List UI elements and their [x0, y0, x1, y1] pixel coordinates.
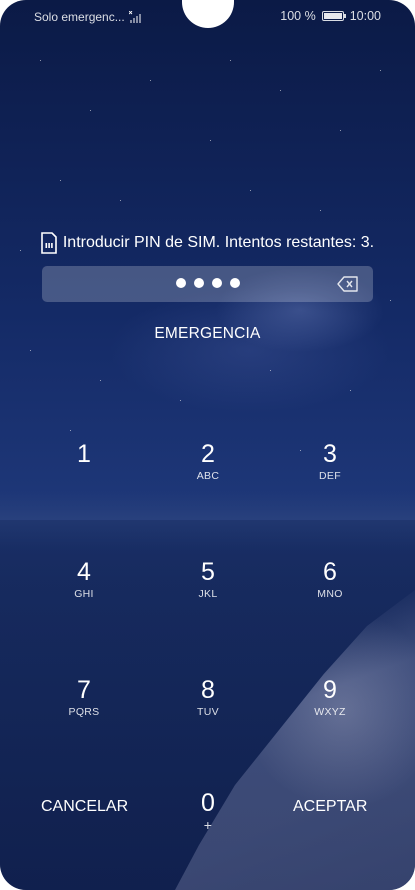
accept-button[interactable]: ACEPTAR: [293, 798, 367, 816]
key-digit: 6: [323, 558, 337, 586]
key-digit: 8: [201, 676, 215, 704]
key-digit: 3: [323, 440, 337, 468]
key-letters: +: [203, 817, 213, 833]
key-9[interactable]: 9 WXYZ: [270, 676, 390, 718]
key-4[interactable]: 4 GHI: [24, 558, 144, 600]
key-digit: 2: [201, 440, 215, 468]
key-digit: 0: [201, 789, 215, 817]
key-letters: ABC: [196, 470, 220, 482]
backspace-icon[interactable]: [337, 275, 359, 293]
key-letters: WXYZ: [314, 706, 346, 718]
key-1[interactable]: 1: [24, 440, 144, 470]
key-5[interactable]: 5 JKL: [148, 558, 268, 600]
key-6[interactable]: 6 MNO: [270, 558, 390, 600]
key-letters: TUV: [197, 706, 219, 718]
no-signal-icon: [128, 11, 141, 23]
key-8[interactable]: 8 TUV: [148, 676, 268, 718]
pin-dot: [229, 278, 240, 288]
key-0[interactable]: 0 +: [148, 789, 268, 833]
cancel-button[interactable]: CANCELAR: [41, 798, 128, 816]
sim-card-icon: [41, 232, 57, 254]
prompt-text: Introducir PIN de SIM. Intentos restante…: [62, 234, 375, 251]
pin-dots: [42, 278, 373, 288]
pin-input-field[interactable]: [42, 266, 373, 302]
key-2[interactable]: 2 ABC: [148, 440, 268, 482]
key-digit: 9: [323, 676, 337, 704]
carrier-text: Solo emergenc...: [34, 10, 125, 24]
key-letters: PQRS: [68, 706, 100, 718]
pin-dot: [175, 278, 186, 288]
battery-percent: 100 %: [280, 9, 316, 23]
sim-pin-prompt: Introducir PIN de SIM. Intentos restante…: [0, 232, 415, 254]
pin-dot: [211, 278, 222, 288]
status-bar: Solo emergenc... 100 % 10:00: [0, 0, 415, 32]
key-digit: 1: [77, 440, 91, 468]
key-digit: 7: [77, 676, 91, 704]
key-letters: GHI: [74, 588, 94, 600]
key-7[interactable]: 7 PQRS: [24, 676, 144, 718]
key-letters: JKL: [198, 588, 218, 600]
key-3[interactable]: 3 DEF: [270, 440, 390, 482]
battery-icon: [321, 11, 346, 21]
emergency-button[interactable]: EMERGENCIA: [0, 325, 415, 343]
key-digit: 4: [77, 558, 91, 586]
key-letters: MNO: [317, 588, 343, 600]
clock-time: 10:00: [349, 9, 381, 23]
key-digit: 5: [201, 558, 215, 586]
key-letters: DEF: [319, 470, 341, 482]
pin-dot: [193, 278, 204, 288]
